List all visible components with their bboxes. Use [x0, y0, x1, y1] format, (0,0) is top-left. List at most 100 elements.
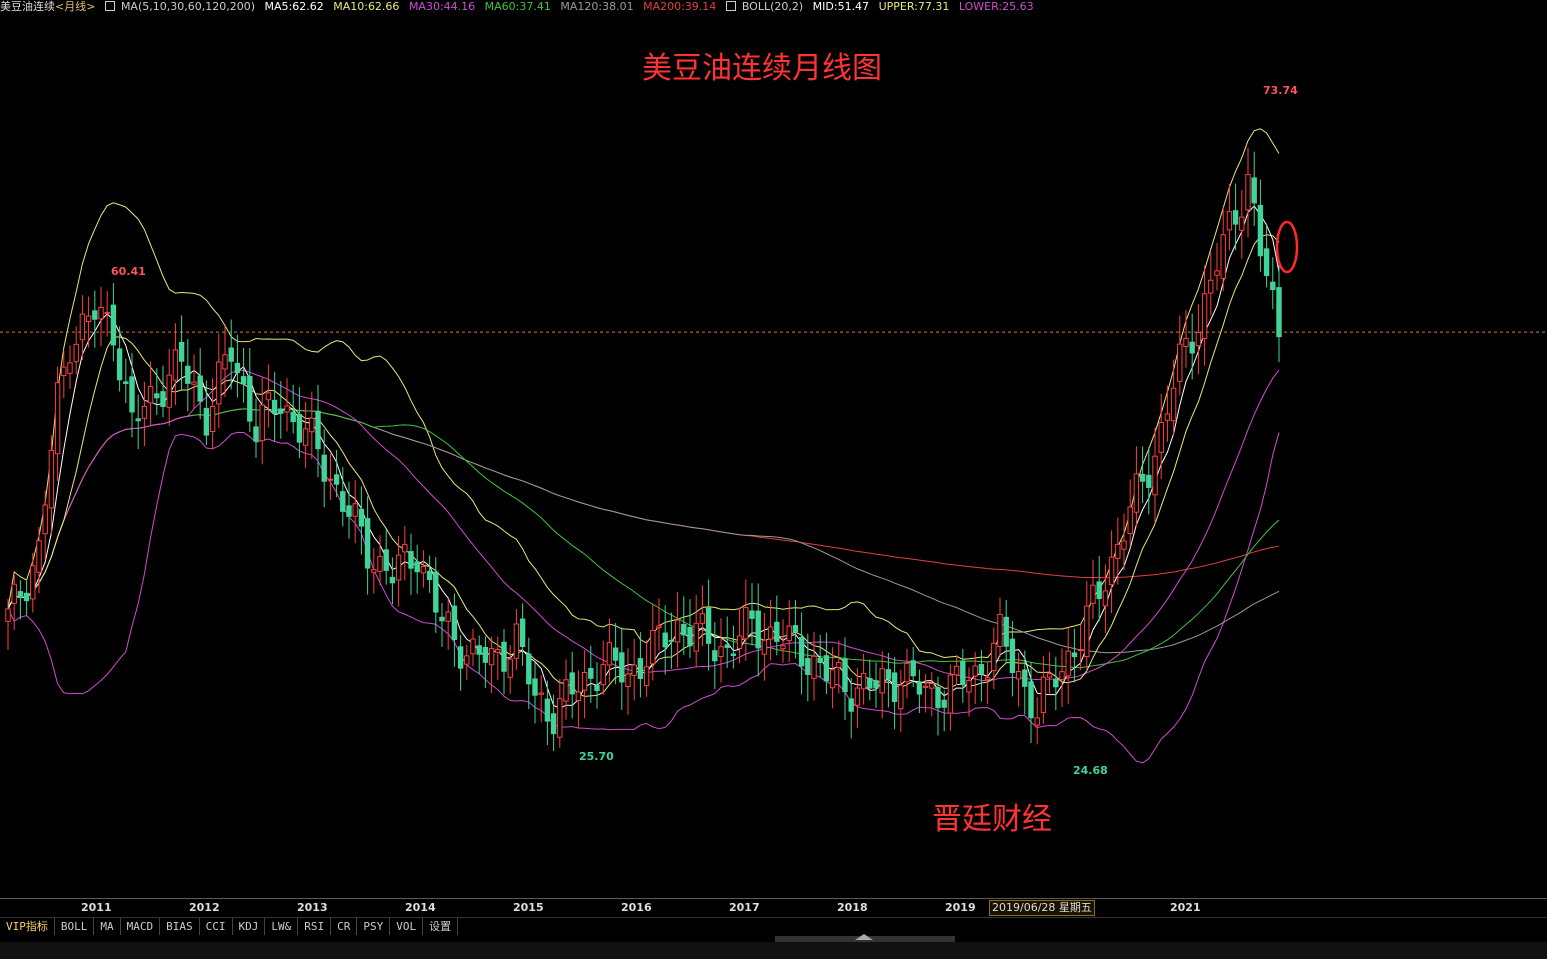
candle[interactable] — [1251, 151, 1257, 226]
tab-settings[interactable]: 设置 — [423, 918, 459, 935]
candle[interactable] — [767, 599, 774, 661]
candle[interactable] — [1146, 447, 1152, 515]
candle[interactable] — [513, 609, 520, 670]
candle[interactable] — [1276, 263, 1282, 363]
candle[interactable] — [730, 625, 737, 669]
candle[interactable] — [302, 401, 309, 469]
tab-ma[interactable]: MA — [94, 918, 121, 935]
candle[interactable] — [594, 662, 600, 709]
candle[interactable] — [712, 622, 718, 690]
candle[interactable] — [922, 673, 929, 713]
candle[interactable] — [1183, 309, 1189, 368]
candle[interactable] — [309, 391, 315, 460]
candle[interactable] — [736, 607, 743, 664]
candle[interactable] — [662, 605, 668, 675]
candle[interactable] — [247, 347, 253, 433]
candle[interactable] — [1015, 652, 1022, 707]
tab-vip[interactable]: VIP指标 — [0, 918, 55, 935]
candle[interactable] — [1201, 265, 1208, 366]
candle[interactable] — [916, 669, 923, 714]
candle[interactable] — [563, 659, 569, 720]
candle[interactable] — [929, 671, 935, 717]
candle[interactable] — [73, 326, 79, 375]
candle[interactable] — [1239, 190, 1245, 259]
candle[interactable] — [178, 315, 185, 390]
candle[interactable] — [1195, 304, 1202, 375]
candle[interactable] — [1127, 479, 1133, 547]
candle[interactable] — [228, 319, 234, 390]
candle[interactable] — [389, 557, 396, 605]
candle[interactable] — [743, 579, 749, 661]
candle[interactable] — [1177, 315, 1183, 396]
candle[interactable] — [197, 348, 203, 420]
candle[interactable] — [23, 581, 30, 616]
candle[interactable] — [327, 453, 334, 501]
candle[interactable] — [755, 583, 761, 677]
candle[interactable] — [457, 634, 464, 691]
candle[interactable] — [780, 619, 786, 663]
candle[interactable] — [860, 653, 867, 705]
candle[interactable] — [30, 552, 36, 613]
candle[interactable] — [1040, 655, 1047, 724]
candle[interactable] — [631, 638, 637, 701]
candle[interactable] — [1170, 359, 1177, 435]
candle[interactable] — [191, 354, 197, 409]
symbol-label[interactable]: 美豆油连续<月线> — [0, 0, 95, 13]
candle[interactable] — [501, 628, 507, 695]
candle[interactable] — [1257, 179, 1264, 272]
candle[interactable] — [1034, 697, 1040, 745]
candle[interactable] — [364, 496, 371, 595]
ma-indicator[interactable]: MA(5,10,30,60,120,200) — [104, 0, 255, 13]
candle[interactable] — [141, 381, 148, 447]
candle[interactable] — [414, 544, 420, 594]
candle[interactable] — [371, 547, 377, 594]
candle[interactable] — [36, 526, 42, 594]
candle[interactable] — [1133, 446, 1140, 527]
tab-cci[interactable]: CCI — [200, 918, 233, 935]
candle[interactable] — [941, 690, 947, 732]
candle[interactable] — [1245, 147, 1251, 238]
tab-rsi[interactable]: RSI — [298, 918, 332, 935]
candle[interactable] — [972, 652, 978, 705]
tab-boll[interactable]: BOLL — [55, 918, 95, 935]
candle[interactable] — [166, 348, 172, 426]
candle[interactable] — [1003, 599, 1009, 664]
candle[interactable] — [904, 648, 910, 699]
candle[interactable] — [1189, 313, 1195, 380]
candle[interactable] — [637, 632, 644, 698]
candle[interactable] — [1090, 559, 1096, 619]
candle[interactable] — [842, 637, 848, 721]
tab-cr[interactable]: CR — [331, 918, 358, 935]
candle[interactable] — [1096, 555, 1102, 622]
candle[interactable] — [1263, 223, 1270, 288]
candle[interactable] — [1270, 257, 1276, 310]
candle[interactable] — [67, 345, 73, 389]
candle[interactable] — [1115, 517, 1121, 585]
candle[interactable] — [470, 628, 476, 667]
candle[interactable] — [1208, 252, 1214, 316]
candle[interactable] — [1053, 656, 1059, 711]
candle[interactable] — [798, 612, 805, 695]
candle[interactable] — [42, 490, 48, 561]
scroll-thumb-icon[interactable] — [855, 934, 873, 940]
candle[interactable] — [54, 366, 61, 481]
boll-indicator[interactable]: BOLL(20,2) — [725, 0, 803, 13]
candle[interactable] — [1139, 446, 1146, 504]
candle[interactable] — [408, 533, 414, 596]
candle[interactable] — [650, 603, 656, 681]
candle[interactable] — [129, 353, 135, 438]
candle[interactable] — [402, 525, 408, 581]
candle[interactable] — [439, 603, 445, 648]
tab-bias[interactable]: BIAS — [160, 918, 200, 935]
candle[interactable] — [135, 394, 141, 450]
candle[interactable] — [507, 645, 513, 694]
candle[interactable] — [98, 286, 104, 347]
candle[interactable] — [1164, 385, 1171, 442]
candle[interactable] — [550, 694, 557, 751]
tab-macd[interactable]: MACD — [121, 918, 161, 935]
candle[interactable] — [960, 648, 966, 703]
candle[interactable] — [110, 283, 117, 362]
candle[interactable] — [278, 381, 284, 439]
candle[interactable] — [532, 661, 538, 724]
candle[interactable] — [786, 600, 792, 662]
